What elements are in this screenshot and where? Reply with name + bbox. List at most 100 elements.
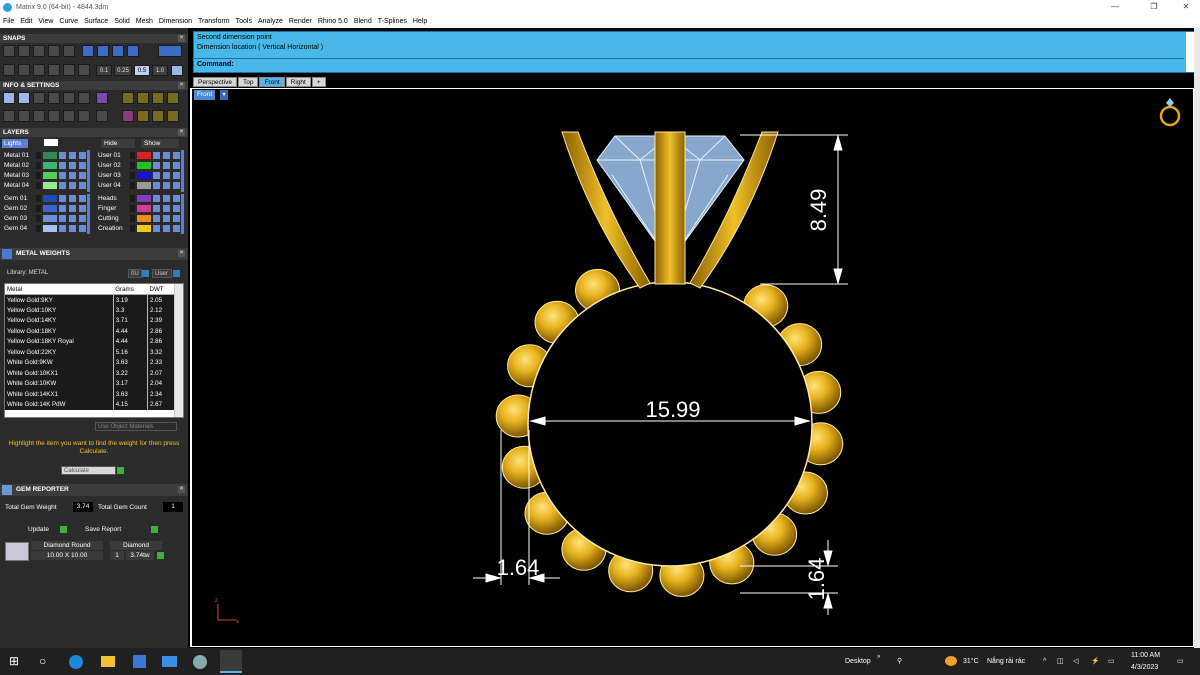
- lock-icon[interactable]: [153, 225, 160, 232]
- metal-row[interactable]: Yellow Gold:22KY 5.16 3.32: [5, 347, 175, 358]
- layer-color-swatch[interactable]: [137, 195, 151, 202]
- arrows-icon[interactable]: [78, 110, 90, 122]
- layer-row[interactable]: User 02: [96, 161, 184, 170]
- menu-analyze[interactable]: Analyze: [255, 18, 286, 25]
- app-icon[interactable]: [193, 655, 207, 669]
- visibility-icon[interactable]: [163, 182, 170, 189]
- layer-color-swatch[interactable]: [43, 182, 57, 189]
- lock-icon[interactable]: [153, 162, 160, 169]
- volume-icon[interactable]: ◁: [1073, 648, 1078, 675]
- tool-icon[interactable]: [167, 110, 179, 122]
- visibility-icon[interactable]: [163, 225, 170, 232]
- folder-icon[interactable]: [101, 656, 115, 667]
- notifications-icon[interactable]: ▭: [1177, 648, 1184, 675]
- metal-row[interactable]: White Gold:14KX1 3.63 2.34: [5, 389, 175, 400]
- command-scrollbar[interactable]: [1185, 32, 1194, 72]
- list-icon[interactable]: [96, 110, 108, 122]
- gem-icon[interactable]: [96, 92, 108, 104]
- lock-icon[interactable]: [153, 172, 160, 179]
- mail-icon[interactable]: [162, 656, 177, 667]
- menu-rhino[interactable]: Rhino 5.0: [315, 18, 351, 25]
- layer-color-swatch[interactable]: [137, 172, 151, 179]
- visibility-icon[interactable]: [69, 205, 76, 212]
- select-icon[interactable]: [142, 270, 149, 277]
- usb-icon[interactable]: ⚡: [1091, 648, 1100, 675]
- lock-icon[interactable]: [59, 215, 66, 222]
- visibility-icon[interactable]: [69, 162, 76, 169]
- layer-lights[interactable]: Lights: [2, 139, 28, 148]
- menu-mesh[interactable]: Mesh: [133, 18, 156, 25]
- menu-transform[interactable]: Transform: [195, 18, 233, 25]
- tab-perspective[interactable]: Perspective: [193, 77, 237, 87]
- visibility-icon[interactable]: [163, 172, 170, 179]
- metal-row[interactable]: White Gold:14K PdW 4.15 2.67: [5, 399, 175, 410]
- cursor-icon[interactable]: [78, 64, 90, 76]
- edit-icon[interactable]: [78, 92, 90, 104]
- snap-value-2[interactable]: 0.5: [134, 65, 150, 76]
- lock-icon[interactable]: [59, 152, 66, 159]
- visibility-icon[interactable]: [163, 205, 170, 212]
- close-icon[interactable]: ×: [178, 82, 185, 89]
- material-icon[interactable]: [79, 215, 86, 222]
- layer-expand-icon[interactable]: [36, 172, 41, 179]
- gem-select-icon[interactable]: [157, 552, 164, 559]
- snap-mid-icon[interactable]: [48, 45, 60, 57]
- snap-near-icon[interactable]: [18, 45, 30, 57]
- front-viewport[interactable]: Front ▾ 8.49 15.99 1.64 1.64 z x: [192, 89, 1193, 646]
- snap-point-icon[interactable]: [33, 45, 45, 57]
- visibility-icon[interactable]: [69, 225, 76, 232]
- menu-view[interactable]: View: [35, 18, 56, 25]
- metal-row[interactable]: Yellow Gold:14KY 3.71 2.39: [5, 315, 175, 326]
- show-button[interactable]: Show: [141, 139, 179, 148]
- material-icon[interactable]: [79, 152, 86, 159]
- store-icon[interactable]: [133, 655, 146, 668]
- metal-row[interactable]: White Gold:10KX1 3.22 2.07: [5, 368, 175, 379]
- calculate-button[interactable]: [117, 467, 124, 474]
- metal-row[interactable]: Yellow Gold:18KY Royal 4.44 2.86: [5, 336, 175, 347]
- lock-icon[interactable]: [59, 172, 66, 179]
- chevron-icon[interactable]: »: [877, 644, 880, 671]
- visibility-icon[interactable]: [163, 162, 170, 169]
- planar-icon[interactable]: [33, 64, 45, 76]
- material-icon[interactable]: [173, 205, 180, 212]
- snap-perp-icon[interactable]: [97, 45, 109, 57]
- layer-row[interactable]: Gem 02: [2, 204, 90, 213]
- layer-color-swatch[interactable]: [137, 162, 151, 169]
- lock-icon[interactable]: [59, 182, 66, 189]
- menu-render[interactable]: Render: [286, 18, 315, 25]
- layer-row[interactable]: Metal 01: [2, 151, 90, 160]
- tool-icon[interactable]: [152, 110, 164, 122]
- menu-help[interactable]: Help: [410, 18, 430, 25]
- material-icon[interactable]: [79, 205, 86, 212]
- settings-icon[interactable]: [3, 92, 15, 104]
- ring-icon[interactable]: [1159, 98, 1181, 127]
- select-icon[interactable]: [173, 270, 180, 277]
- layer-color-swatch[interactable]: [137, 215, 151, 222]
- network-icon[interactable]: ◫: [1057, 648, 1064, 675]
- close-icon[interactable]: ×: [178, 486, 185, 493]
- layer-expand-icon[interactable]: [130, 162, 135, 169]
- snap-value-3[interactable]: 1.0: [152, 65, 168, 76]
- save-report-button[interactable]: Save Report: [85, 526, 121, 533]
- lock-icon[interactable]: [59, 162, 66, 169]
- grid-view-icon[interactable]: [3, 110, 15, 122]
- lock-icon[interactable]: [153, 195, 160, 202]
- layer-color-swatch[interactable]: [137, 152, 151, 159]
- table-scrollbar[interactable]: [174, 284, 183, 417]
- tab-right[interactable]: Right: [285, 77, 311, 87]
- layer-color-swatch[interactable]: [43, 172, 57, 179]
- material-icon[interactable]: [79, 162, 86, 169]
- layer-row[interactable]: Metal 04: [2, 181, 90, 190]
- ruler-icon[interactable]: [48, 92, 60, 104]
- image-icon[interactable]: [122, 92, 134, 104]
- camera-icon[interactable]: [18, 110, 30, 122]
- image-icon[interactable]: [152, 92, 164, 104]
- material-icon[interactable]: [173, 182, 180, 189]
- calculate-field[interactable]: Calculate: [61, 466, 116, 475]
- printer-icon[interactable]: [33, 92, 45, 104]
- material-icon[interactable]: [79, 195, 86, 202]
- temperature[interactable]: 31°C: [963, 648, 979, 675]
- minimize-button[interactable]: —: [1103, 0, 1127, 14]
- layer-row[interactable]: Finger: [96, 204, 184, 213]
- visibility-icon[interactable]: [69, 172, 76, 179]
